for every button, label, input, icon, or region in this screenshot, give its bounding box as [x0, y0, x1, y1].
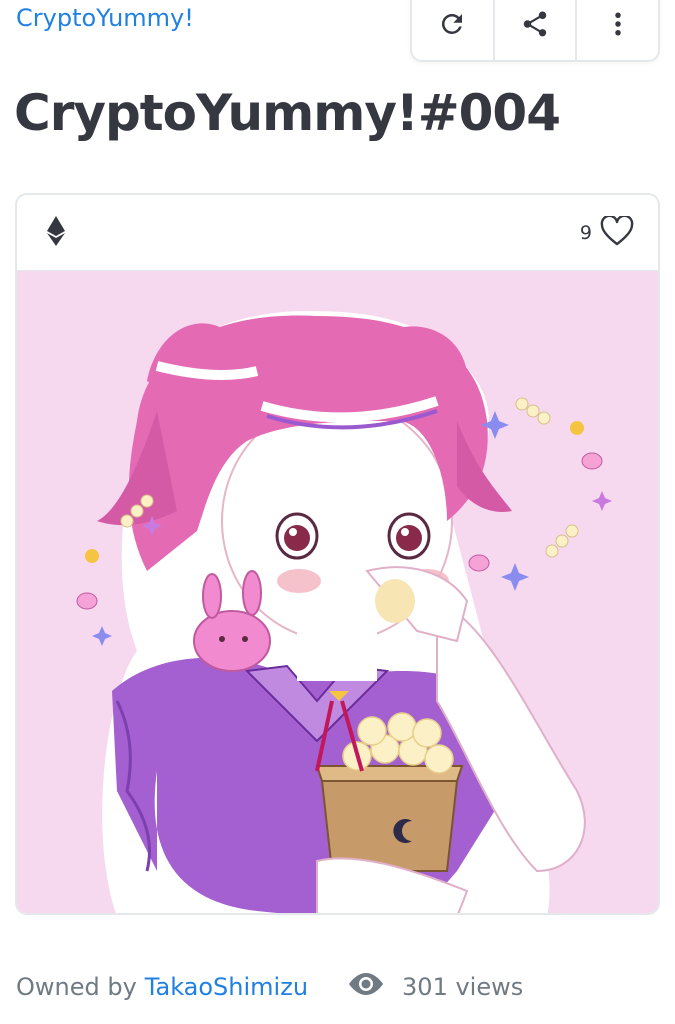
card-header: 9: [17, 195, 658, 271]
collection-link[interactable]: CryptoYummy!: [16, 4, 194, 32]
more-vertical-icon: [603, 9, 633, 43]
more-options-button[interactable]: [577, 0, 658, 60]
owned-by-label: Owned by: [16, 973, 137, 1001]
ethereum-icon: [47, 215, 65, 250]
refresh-icon: [437, 9, 467, 43]
item-media-card: 9: [15, 193, 660, 915]
share-icon: [520, 9, 550, 43]
item-title: CryptoYummy!#004: [14, 84, 561, 142]
eye-icon: [346, 970, 386, 1004]
nft-artwork-image[interactable]: [17, 271, 658, 913]
views-group: 301 views: [346, 970, 523, 1004]
views-count: 301 views: [402, 973, 524, 1001]
favorite-count: 9: [579, 221, 592, 244]
item-meta-row: Owned by TakaoShimizu 301 views: [16, 970, 523, 1004]
favorite-group: 9: [579, 214, 634, 250]
heart-icon[interactable]: [600, 214, 634, 250]
refresh-button[interactable]: [412, 0, 495, 60]
owner-link[interactable]: TakaoShimizu: [145, 973, 308, 1001]
item-action-group: [410, 0, 660, 62]
share-button[interactable]: [495, 0, 578, 60]
